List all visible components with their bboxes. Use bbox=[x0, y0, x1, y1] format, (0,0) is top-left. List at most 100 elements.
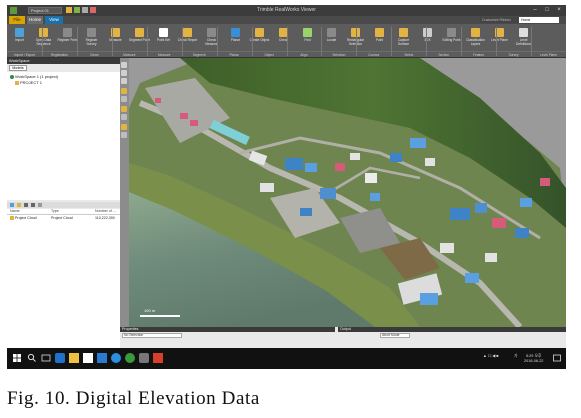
clock[interactable]: 5:29 오후 2018-06-22 bbox=[524, 354, 543, 363]
ribbon-button-label: Point bbox=[375, 38, 384, 42]
store-icon[interactable] bbox=[83, 353, 93, 363]
view-front-icon[interactable] bbox=[121, 62, 127, 68]
ribbon-button-segment[interactable]: Segment Point bbox=[129, 28, 150, 48]
close-button[interactable]: × bbox=[553, 5, 565, 16]
edge-icon[interactable] bbox=[111, 353, 121, 363]
pdf-icon[interactable] bbox=[153, 353, 163, 363]
ribbon-separator bbox=[76, 27, 78, 56]
chrome-icon[interactable] bbox=[125, 353, 135, 363]
ribbon-button-find[interactable]: Find bbox=[299, 28, 316, 48]
tree-item-project[interactable]: PROJECT 1 bbox=[15, 80, 42, 85]
ribbon-button-label: Find bbox=[304, 38, 311, 42]
tab-home[interactable]: Home bbox=[27, 16, 43, 24]
output-field[interactable]: Abort Mode bbox=[380, 333, 410, 338]
ribbon-button-leveldef[interactable]: Level Definitions bbox=[515, 28, 532, 48]
report-icon bbox=[183, 28, 192, 37]
file-explorer-icon[interactable] bbox=[69, 353, 79, 363]
ribbon-button-label: Measure bbox=[109, 38, 122, 42]
ribbon-button-3dx[interactable]: 3DX bbox=[419, 28, 436, 48]
ribbon-button-label: Register Point bbox=[57, 38, 78, 42]
measure-icon[interactable] bbox=[121, 132, 127, 138]
ribbon-search-input[interactable]: Customize Ribbon bbox=[480, 17, 520, 23]
ribbon-button-survey[interactable]: Register Survey bbox=[83, 28, 100, 48]
ribbon-button-open[interactable]: Open Data Sequence bbox=[35, 28, 52, 48]
add-icon[interactable] bbox=[10, 203, 14, 207]
ribbon-group-label: Segment bbox=[181, 51, 217, 58]
tab-models[interactable]: Models bbox=[9, 65, 27, 71]
ribbon-button-label: Import bbox=[14, 38, 25, 42]
project-tree: WorkSpace 1 (1 project) PROJECT 1 bbox=[7, 72, 120, 200]
cell-type: Project Cloud bbox=[51, 216, 73, 220]
filter-icon[interactable] bbox=[38, 203, 42, 207]
folder-icon[interactable] bbox=[17, 203, 21, 207]
ribbon-tabs: File Home View Customize Ribbon Home bbox=[7, 16, 566, 24]
tray-icons[interactable]: ▲ ☐ ◀ ■ bbox=[483, 354, 499, 359]
ribbon-button-label: Capture Surface bbox=[397, 38, 410, 46]
properties-field[interactable]: No Selection bbox=[122, 333, 182, 338]
workspace-panel: WorkSpace Models WorkSpace 1 (1 project)… bbox=[7, 58, 120, 348]
ribbon-separator bbox=[41, 27, 43, 56]
ribbon-button-check2[interactable]: Check bbox=[275, 28, 292, 48]
ribbon-button-object[interactable]: Create Object bbox=[250, 28, 269, 48]
cell-name-text: Project Cloud bbox=[15, 216, 37, 220]
arrow-down-icon[interactable] bbox=[31, 203, 35, 207]
ribbon-button-measure[interactable]: Measure bbox=[107, 28, 124, 48]
pan-icon[interactable] bbox=[121, 96, 127, 102]
object-icon bbox=[255, 28, 264, 37]
realworks-taskbar-icon[interactable] bbox=[139, 353, 149, 363]
mail-icon[interactable] bbox=[97, 353, 107, 363]
ribbon-button-label: Register Survey bbox=[85, 38, 98, 46]
ribbon-button-capture[interactable]: Capture Surface bbox=[395, 28, 412, 48]
ribbon-separator bbox=[251, 27, 253, 56]
maximize-button[interactable]: □ bbox=[541, 5, 553, 16]
point-icon bbox=[375, 28, 384, 37]
ribbon-button-pointset[interactable]: Point Set bbox=[155, 28, 172, 48]
windows-start-icon[interactable] bbox=[12, 353, 22, 363]
tab-view[interactable]: View bbox=[45, 16, 63, 24]
ribbon-group-label: Select bbox=[391, 51, 427, 58]
ribbon-separator bbox=[356, 27, 358, 56]
ribbon-button-label: Check Measure bbox=[205, 38, 218, 46]
task-view-icon[interactable] bbox=[41, 353, 51, 363]
cell-name: Project Cloud bbox=[10, 216, 37, 221]
ime-indicator[interactable]: 가 bbox=[514, 354, 518, 359]
zoom-extents-icon[interactable] bbox=[121, 88, 127, 94]
ribbon-button-class[interactable]: Classification Layers bbox=[466, 28, 485, 48]
notification-icon[interactable] bbox=[552, 353, 562, 363]
tab-file[interactable]: File bbox=[9, 16, 25, 24]
ribbon-button-register[interactable]: Register Point bbox=[57, 28, 78, 48]
view-side-icon[interactable] bbox=[121, 78, 127, 84]
arrow-up-icon[interactable] bbox=[24, 203, 28, 207]
tree-item-workspace[interactable]: WorkSpace 1 (1 project) bbox=[10, 74, 58, 79]
rotate-icon[interactable] bbox=[121, 106, 127, 112]
ribbon-separator bbox=[496, 27, 498, 56]
tree-item-label: WorkSpace 1 (1 project) bbox=[15, 74, 59, 79]
view-top-icon[interactable] bbox=[121, 70, 127, 76]
ribbon-button-edit-point[interactable]: Editing Point bbox=[443, 28, 460, 48]
workspace-panel-title: WorkSpace bbox=[7, 58, 120, 64]
ribbon-scope-select[interactable]: Home bbox=[519, 17, 559, 23]
clock-time: 5:29 오후 bbox=[526, 354, 542, 358]
ribbon-button-label: Locate bbox=[326, 38, 337, 42]
minimize-button[interactable]: – bbox=[529, 5, 541, 16]
register-icon bbox=[63, 28, 72, 37]
ribbon-button-level[interactable]: Level Plane bbox=[491, 28, 508, 48]
ribbon-separator bbox=[426, 27, 428, 56]
ribbon-button-label: Check bbox=[278, 38, 289, 42]
ribbon-button-import[interactable]: Import bbox=[11, 28, 28, 48]
zoom-icon[interactable] bbox=[121, 114, 127, 120]
ribbon: Import Open Data Sequence Register Point Re… bbox=[7, 24, 566, 58]
ribbon-button-planar[interactable]: Planar bbox=[227, 28, 244, 48]
select-icon[interactable] bbox=[121, 124, 127, 130]
search-icon[interactable] bbox=[27, 353, 37, 363]
ribbon-separator bbox=[146, 27, 148, 56]
browser-icon[interactable] bbox=[55, 353, 65, 363]
ribbon-button-point[interactable]: Point bbox=[371, 28, 388, 48]
ribbon-group-label: Measure bbox=[111, 51, 147, 58]
title-bar: Project 01 Trimble RealWorks Viewer – □ … bbox=[7, 5, 566, 16]
ribbon-button-label: Check Report bbox=[177, 38, 198, 42]
ribbon-separator bbox=[461, 27, 463, 56]
ribbon-button-locate[interactable]: Locate bbox=[323, 28, 340, 48]
3d-viewport[interactable]: 100 m bbox=[120, 58, 566, 327]
ribbon-group-label: Align bbox=[286, 51, 322, 58]
